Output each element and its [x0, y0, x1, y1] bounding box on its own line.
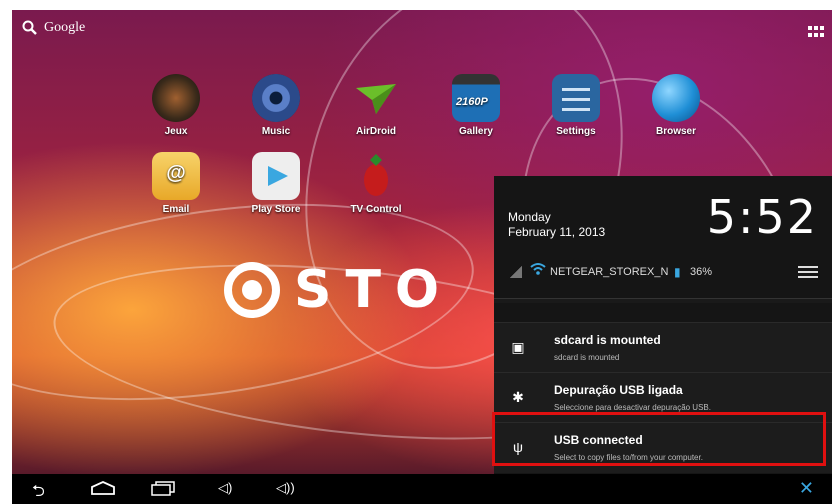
settings-icon [552, 74, 600, 122]
panel-date: Monday February 11, 2013 [508, 210, 605, 240]
wifi-icon [530, 262, 546, 279]
app-label: Browser [655, 126, 696, 137]
app-tv-control[interactable]: TV Control [336, 152, 416, 215]
panel-clock: 5:52 [706, 190, 818, 244]
google-search[interactable]: Google [22, 20, 85, 36]
app-label: Email [162, 204, 190, 215]
close-notifications-icon[interactable]: ✕ [799, 478, 814, 499]
app-label: Play Store [251, 204, 301, 215]
app-gallery[interactable]: 2160P Gallery [436, 74, 516, 137]
tv-control-icon [352, 152, 400, 200]
wallpaper-logo-text: STO [294, 260, 454, 320]
app-email[interactable]: @ Email [136, 152, 216, 215]
email-icon: @ [152, 152, 200, 200]
app-label: AirDroid [356, 126, 396, 137]
app-airdroid[interactable]: AirDroid [336, 74, 416, 137]
app-music[interactable]: Music [236, 74, 316, 137]
notification-title: sdcard is mounted [554, 333, 661, 347]
recent-apps-icon[interactable] [150, 480, 176, 501]
battery-icon: ▮ [674, 265, 681, 279]
panel-divider [494, 298, 832, 303]
notification-title: Depuração USB ligada [554, 383, 683, 397]
usb-connected-highlight [492, 412, 826, 466]
play-store-icon [252, 152, 300, 200]
google-label: Google [44, 20, 86, 35]
app-label: Gallery [459, 126, 493, 137]
top-bar: Google [12, 10, 832, 54]
wallpaper-logo: STO [224, 260, 453, 320]
storex-logo-icon [224, 262, 280, 318]
signal-icon [510, 266, 522, 278]
games-icon [152, 74, 200, 122]
all-apps-icon[interactable] [808, 26, 824, 38]
app-label: TV Control [350, 204, 402, 215]
airdroid-icon [352, 74, 400, 122]
app-browser[interactable]: Browser [636, 74, 716, 137]
gallery-icon: 2160P [452, 74, 500, 122]
app-label: Jeux [164, 126, 188, 137]
android-debug-icon: ✱ [512, 389, 524, 405]
home-icon[interactable] [90, 480, 116, 501]
volume-up-icon[interactable]: ◁)) [276, 480, 295, 496]
app-play-store[interactable]: Play Store [236, 152, 316, 215]
panel-day: Monday [508, 210, 551, 224]
quick-settings-icon[interactable] [798, 263, 818, 279]
quick-status-row: NETGEAR_STOREX_N ▮ 36% [494, 260, 832, 288]
app-settings[interactable]: Settings [536, 74, 616, 137]
music-icon [252, 74, 300, 122]
network-name: NETGEAR_STOREX_N [550, 266, 669, 278]
app-label: Settings [556, 126, 596, 137]
panel-full-date: February 11, 2013 [508, 225, 606, 239]
volume-down-icon[interactable]: ◁) [218, 480, 232, 496]
browser-icon [652, 74, 700, 122]
app-jeux[interactable]: Jeux [136, 74, 216, 137]
gallery-badge: 2160P [456, 96, 488, 108]
app-label: Music [261, 126, 291, 137]
notification-subtitle: sdcard is mounted [554, 353, 620, 362]
battery-percent: 36% [690, 266, 713, 278]
sdcard-icon: ▣ [511, 339, 525, 355]
panel-clock-area: Monday February 11, 2013 5:52 [494, 176, 832, 252]
search-icon [22, 20, 37, 35]
back-icon[interactable]: ⮌ [32, 480, 45, 504]
notification-sdcard[interactable]: ▣ sdcard is mounted sdcard is mounted [494, 322, 832, 373]
notification-subtitle: Seleccione para desactivar depuração USB… [554, 403, 711, 412]
navigation-bar: ⮌ ◁) ◁)) ✕ [12, 474, 832, 504]
